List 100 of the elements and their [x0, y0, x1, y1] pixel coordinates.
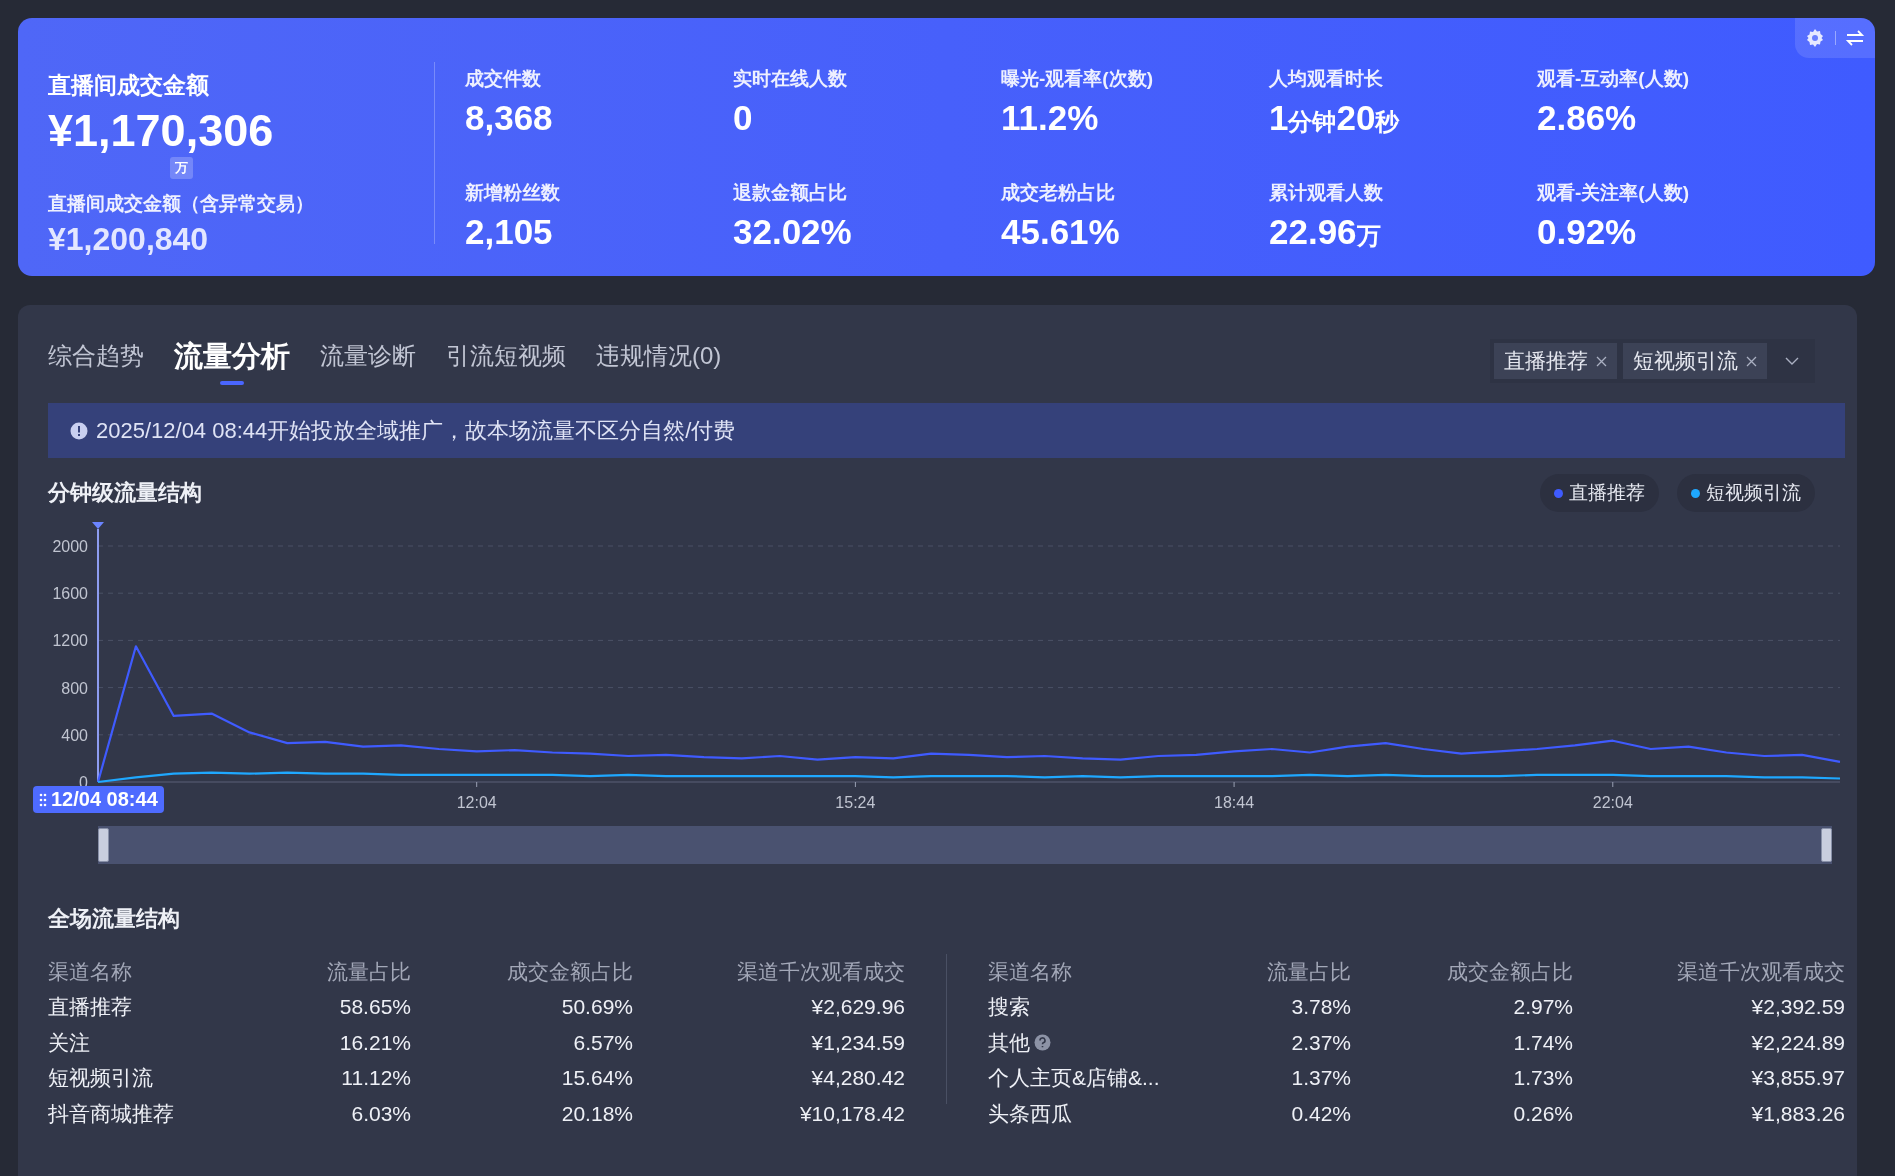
column-header: 渠道名称: [988, 958, 1073, 985]
metric-value: 32.02%: [733, 212, 852, 252]
y-tick-label: 1200: [52, 632, 88, 650]
metric-value: 45.61%: [1001, 212, 1120, 252]
time-marker[interactable]: [92, 522, 104, 529]
table-cell-text: 个人主页&店铺&...: [988, 1065, 1160, 1092]
table-cell: 20.18%: [561, 1101, 633, 1126]
metric-value: 22.96万: [1269, 212, 1381, 252]
x-tick-label: 15:24: [835, 794, 876, 811]
legend-item[interactable]: 短视频引流: [1677, 474, 1815, 512]
legend-label: 直播推荐: [1569, 481, 1645, 505]
chevron-down-icon[interactable]: [1785, 356, 1799, 366]
metric-value: 0: [733, 98, 753, 138]
table-cell-text: 关注: [48, 1029, 90, 1056]
legend-item[interactable]: 直播推荐: [1540, 474, 1659, 512]
chart-title: 分钟级流量结构: [48, 479, 202, 507]
section-title: 全场流量结构: [48, 905, 181, 933]
gmv-value: ¥1,170,306: [48, 105, 275, 157]
table-cell: 6.57%: [573, 1030, 633, 1055]
settings-icon[interactable]: [1804, 28, 1825, 48]
metric-label: 成交老粉占比: [1001, 181, 1115, 205]
tab[interactable]: 综合趋势: [48, 339, 144, 385]
column-header: 渠道千次观看成交: [1677, 958, 1845, 985]
table-cell: 3.78%: [1291, 995, 1351, 1020]
close-icon[interactable]: [1596, 355, 1607, 367]
tab[interactable]: 流量分析: [174, 339, 290, 385]
close-icon[interactable]: [1746, 355, 1757, 367]
metric-label: 累计观看人数: [1269, 181, 1383, 205]
table-cell: ¥3,855.97: [1751, 1066, 1845, 1091]
table-cell: 11.12%: [341, 1066, 411, 1091]
table-cell: ¥4,280.42: [811, 1066, 905, 1091]
table-cell: 15.64%: [561, 1066, 633, 1091]
gmv-abnormal-value: ¥1,200,840: [48, 221, 210, 258]
metric-label: 成交件数: [465, 67, 541, 91]
swap-icon[interactable]: [1845, 29, 1866, 47]
table-cell: 0.42%: [1291, 1101, 1351, 1126]
drag-handle-icon[interactable]: [39, 792, 47, 807]
table-cell: ¥1,883.26: [1751, 1101, 1845, 1126]
tab[interactable]: 引流短视频: [446, 339, 566, 385]
table-cell: ¥1,234.59: [811, 1030, 905, 1055]
table-cell: ¥10,178.42: [799, 1101, 905, 1126]
metric-value: 11.2%: [1001, 98, 1099, 138]
metric-value: 2,105: [465, 212, 553, 252]
column-header: 成交金额占比: [1447, 958, 1573, 985]
table-cell-text: 直播推荐: [48, 994, 132, 1021]
time-range-slider[interactable]: [98, 826, 1832, 864]
x-tick-label: 18:44: [1214, 794, 1255, 811]
table-cell: 1.73%: [1513, 1066, 1573, 1091]
table-cell: 58.65%: [339, 995, 411, 1020]
metric-value: 1分钟20秒: [1269, 98, 1400, 138]
filter-tag[interactable]: 直播推荐: [1494, 343, 1617, 379]
table-cell: ¥2,224.89: [1751, 1030, 1845, 1055]
column-header: 渠道名称: [48, 958, 133, 985]
table-cell: 50.69%: [561, 995, 633, 1020]
table-cell: 16.21%: [339, 1030, 411, 1055]
table-cell-text: 搜索: [988, 994, 1030, 1021]
column-header: 渠道千次观看成交: [737, 958, 905, 985]
metric-label: 人均观看时长: [1269, 67, 1383, 91]
table-cell: 1.37%: [1291, 1066, 1351, 1091]
gmv-abnormal-label: 直播间成交金额（含异常交易）: [48, 192, 315, 216]
table-cell: ¥2,629.96: [811, 995, 905, 1020]
column-header: 流量占比: [327, 958, 411, 985]
legend-label: 短视频引流: [1706, 481, 1801, 505]
table-cell: 1.74%: [1513, 1030, 1573, 1055]
metric-label: 观看-互动率(人数): [1537, 67, 1689, 91]
table-cell-text: 抖音商城推荐: [48, 1100, 174, 1127]
table-cell-text: 其他: [988, 1029, 1030, 1056]
filter-tag[interactable]: 短视频引流: [1623, 343, 1767, 379]
table-cell: 2.37%: [1291, 1030, 1351, 1055]
range-handle[interactable]: [98, 828, 109, 862]
column-header: 成交金额占比: [507, 958, 633, 985]
metric-label: 实时在线人数: [733, 67, 847, 91]
y-tick-label: 2000: [52, 538, 88, 555]
metric-value: 8,368: [465, 98, 553, 138]
y-tick-label: 1600: [52, 585, 88, 603]
x-tick-label: 22:04: [1592, 794, 1633, 811]
notice-text: 2025/12/04 08:44开始投放全域推广，故本场流量不区分自然/付费: [96, 416, 736, 445]
table-cell: 2.97%: [1513, 995, 1573, 1020]
metric-value: 2.86%: [1537, 98, 1637, 138]
metric-label: 观看-关注率(人数): [1537, 181, 1689, 205]
range-handle[interactable]: [1821, 828, 1832, 862]
metric-value: 0.92%: [1537, 212, 1637, 252]
metric-label: 曝光-观看率(次数): [1001, 67, 1153, 91]
table-cell: 0.26%: [1513, 1101, 1573, 1126]
y-tick-label: 400: [61, 726, 88, 744]
info-icon: [70, 421, 88, 440]
table-cell-text: 短视频引流: [48, 1065, 153, 1092]
y-tick-label: 800: [61, 679, 88, 697]
metric-label: 退款金额占比: [733, 181, 847, 205]
tab[interactable]: 流量诊断: [320, 339, 416, 385]
gmv-label: 直播间成交金额: [48, 71, 210, 100]
table-cell: ¥2,392.59: [1751, 995, 1845, 1020]
tab[interactable]: 违规情况(0): [596, 339, 722, 385]
table-cell-text: 头条西瓜: [988, 1100, 1072, 1127]
column-header: 流量占比: [1267, 958, 1351, 985]
help-icon[interactable]: [1034, 1034, 1051, 1052]
x-tick-label: 12:04: [456, 794, 497, 811]
table-cell: 6.03%: [351, 1101, 411, 1126]
start-time-label[interactable]: 12/04 08:44: [33, 786, 164, 813]
metric-label: 新增粉丝数: [465, 181, 560, 205]
